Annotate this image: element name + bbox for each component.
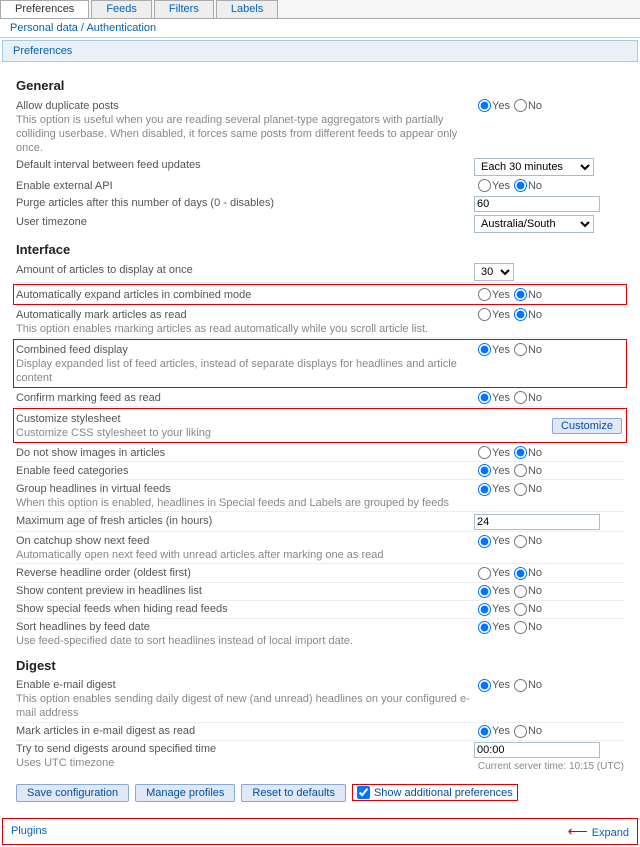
heading-general: General [16, 78, 624, 93]
plugins-panel[interactable]: Plugins ⟵ Expand [2, 818, 638, 845]
label-auto-mark-read: Automatically mark articles as read [16, 309, 187, 321]
help-sort-feed-date: Use feed-specified date to sort headline… [16, 634, 470, 648]
label-default-interval: Default interval between feed updates [16, 158, 474, 172]
tab-filters[interactable]: Filters [154, 0, 214, 18]
label-amount-articles: Amount of articles to display at once [16, 263, 474, 277]
tab-labels[interactable]: Labels [216, 0, 278, 18]
reset-defaults-button[interactable]: Reset to defaults [241, 784, 346, 802]
show-additional-toggle[interactable]: Show additional preferences [352, 784, 518, 801]
input-digest-time[interactable] [474, 742, 600, 758]
radio-sort-feed-date[interactable]: YesNo [474, 620, 624, 634]
select-default-interval[interactable]: Each 30 minutes [474, 158, 594, 176]
label-timezone: User timezone [16, 215, 474, 229]
label-no-images: Do not show images in articles [16, 446, 474, 460]
radio-content-preview[interactable]: YesNo [474, 584, 624, 598]
radio-no-images[interactable]: YesNo [474, 446, 624, 460]
plugins-title: Plugins [11, 825, 47, 837]
radio-group-virtual[interactable]: YesNo [474, 482, 624, 496]
label-confirm-mark: Confirm marking feed as read [16, 391, 474, 405]
radio-feed-categories[interactable]: YesNo [474, 464, 624, 478]
button-row: Save configuration Manage profiles Reset… [16, 784, 624, 802]
label-feed-categories: Enable feed categories [16, 464, 474, 478]
label-special-hide: Show special feeds when hiding read feed… [16, 602, 474, 616]
main-tabs: Preferences Feeds Filters Labels [0, 0, 640, 19]
plugins-expand[interactable]: Expand [592, 827, 629, 839]
input-max-age[interactable] [474, 514, 600, 530]
label-digest-mark-read: Mark articles in e-mail digest as read [16, 724, 474, 738]
tab-feeds[interactable]: Feeds [91, 0, 152, 18]
label-customize-css: Customize stylesheet [16, 413, 121, 425]
select-timezone[interactable]: Australia/South [474, 215, 594, 233]
arrow-icon: ⟵ [568, 823, 588, 839]
heading-digest: Digest [16, 658, 624, 673]
radio-reverse-order[interactable]: YesNo [474, 566, 624, 580]
label-sort-feed-date: Sort headlines by feed date [16, 621, 150, 633]
help-auto-mark-read: This option enables marking articles as … [16, 322, 470, 336]
subnav-personal-data[interactable]: Personal data / Authentication [0, 19, 640, 38]
help-group-virtual: When this option is enabled, headlines i… [16, 496, 470, 510]
radio-catchup-next[interactable]: YesNo [474, 534, 624, 548]
label-enable-digest: Enable e-mail digest [16, 679, 116, 691]
label-catchup-next: On catchup show next feed [16, 535, 149, 547]
label-group-virtual: Group headlines in virtual feeds [16, 483, 171, 495]
radio-confirm-mark[interactable]: YesNo [474, 391, 624, 405]
radio-digest-mark-read[interactable]: YesNo [474, 724, 624, 738]
label-reverse-order: Reverse headline order (oldest first) [16, 566, 474, 580]
manage-profiles-button[interactable]: Manage profiles [135, 784, 235, 802]
select-amount-articles[interactable]: 30 [474, 263, 514, 281]
help-enable-digest: This option enables sending daily digest… [16, 692, 470, 720]
radio-special-hide[interactable]: YesNo [474, 602, 624, 616]
help-combined-display: Display expanded list of feed articles, … [16, 357, 470, 385]
label-max-age: Maximum age of fresh articles (in hours) [16, 514, 474, 528]
help-catchup-next: Automatically open next feed with unread… [16, 548, 470, 562]
server-time-label: Current server time: 10:15 (UTC) [474, 760, 624, 774]
preferences-content: General Allow duplicate posts This optio… [0, 64, 640, 812]
save-button[interactable]: Save configuration [16, 784, 129, 802]
radio-enable-api[interactable]: YesNo [474, 179, 624, 193]
help-customize-css: Customize CSS stylesheet to your liking [16, 426, 468, 440]
heading-interface: Interface [16, 242, 624, 257]
radio-enable-digest[interactable]: YesNo [474, 678, 624, 692]
label-auto-expand: Automatically expand articles in combine… [16, 288, 474, 302]
show-additional-checkbox[interactable] [357, 786, 370, 799]
panel-title-preferences[interactable]: Preferences [2, 40, 638, 62]
label-combined-display: Combined feed display [16, 344, 128, 356]
label-allow-duplicate: Allow duplicate posts [16, 100, 119, 112]
radio-auto-mark-read[interactable]: YesNo [474, 308, 624, 322]
help-digest-time: Uses UTC timezone [16, 756, 470, 770]
label-content-preview: Show content preview in headlines list [16, 584, 474, 598]
radio-auto-expand[interactable]: YesNo [474, 288, 624, 302]
customize-button[interactable]: Customize [552, 418, 622, 434]
label-purge-days: Purge articles after this number of days… [16, 196, 474, 210]
radio-allow-duplicate[interactable]: YesNo [474, 99, 624, 113]
label-digest-time: Try to send digests around specified tim… [16, 743, 216, 755]
tab-preferences[interactable]: Preferences [0, 0, 89, 18]
label-enable-api: Enable external API [16, 179, 474, 193]
input-purge-days[interactable] [474, 196, 600, 212]
radio-combined-display[interactable]: YesNo [474, 343, 624, 357]
help-allow-duplicate: This option is useful when you are readi… [16, 113, 470, 155]
